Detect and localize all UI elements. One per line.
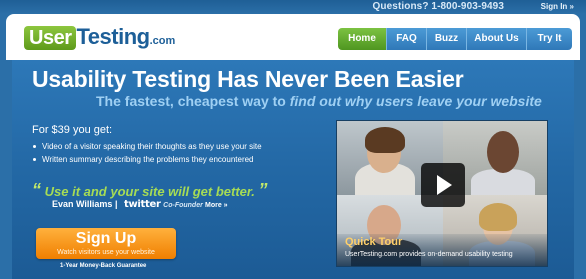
attribution-separator: | <box>114 199 118 209</box>
offer-list: Video of a visitor speaking their though… <box>32 140 262 166</box>
person-head <box>487 131 519 173</box>
play-icon[interactable] <box>421 163 465 207</box>
nav-buzz[interactable]: Buzz <box>426 28 466 50</box>
video-player[interactable]: Quick Tour UserTesting.com provides on-d… <box>336 120 548 267</box>
subheadline: The fastest, cheapest way to find out wh… <box>96 93 542 109</box>
video-title: Quick Tour <box>345 236 403 248</box>
offer-intro: For $39 you get: <box>32 124 113 136</box>
person-hair <box>365 127 405 153</box>
usertesting-logo[interactable]: User Testing.com <box>24 24 175 52</box>
subhead-plain: The fastest, cheapest way to <box>96 93 290 109</box>
list-item: Written summary describing the problems … <box>32 153 262 166</box>
main-nav: Home FAQ Buzz About Us Try It <box>338 28 572 50</box>
hero-section: Usability Testing Has Never Been Easier … <box>12 60 574 279</box>
video-caption: Quick Tour UserTesting.com provides on-d… <box>337 234 547 266</box>
top-bar: Questions? 1-800-903-9493 Sign In » <box>0 0 586 14</box>
page-title: Usability Testing Has Never Been Easier <box>32 66 464 92</box>
logo-user-badge: User <box>24 26 77 50</box>
guarantee-text: 1-Year Money-Back Guarantee <box>60 263 147 269</box>
sign-up-label: Sign Up <box>75 230 137 247</box>
subhead-italic: find out why users leave your website <box>289 93 542 109</box>
close-quote-mark: ” <box>258 180 268 200</box>
nav-about-us[interactable]: About Us <box>466 28 526 50</box>
header: User Testing.com Home FAQ Buzz About Us T… <box>6 14 580 60</box>
twitter-logo: twitter <box>124 199 161 210</box>
nav-faq[interactable]: FAQ <box>386 28 426 50</box>
nav-home[interactable]: Home <box>338 28 386 50</box>
list-item: Video of a visitor speaking their though… <box>32 140 262 153</box>
sign-in-link[interactable]: Sign In » <box>541 0 574 14</box>
attribution-name: Evan Williams <box>52 199 113 209</box>
logo-testing-text: Testing <box>76 24 150 49</box>
nav-try-it[interactable]: Try It <box>526 28 572 50</box>
more-testimonials-link[interactable]: More » <box>205 202 228 209</box>
video-description: UserTesting.com provides on-demand usabi… <box>345 251 513 258</box>
testimonial-attribution: Evan Williams | twitter Co-Founder <box>52 199 203 210</box>
testimonial-quote: “ Use it and your site will get better. … <box>32 180 267 201</box>
phone-number: Questions? 1-800-903-9493 <box>372 1 504 12</box>
open-quote-mark: “ <box>32 180 41 200</box>
sign-up-button[interactable]: Sign Up Watch visitors use your website <box>36 228 176 259</box>
sign-up-sublabel: Watch visitors use your website <box>57 249 155 256</box>
person-hair <box>479 203 517 231</box>
attribution-role: Co-Founder <box>163 202 203 209</box>
quote-text: Use it and your site will get better. <box>44 184 255 199</box>
logo-com-text: .com <box>149 35 176 47</box>
